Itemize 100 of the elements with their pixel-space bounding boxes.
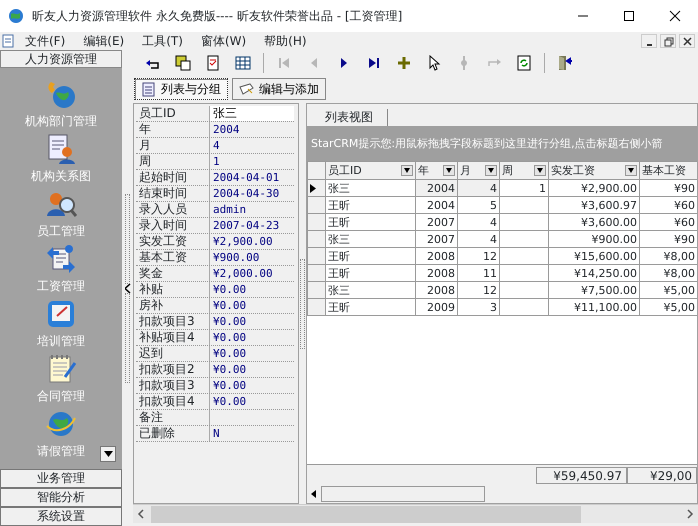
row-selector[interactable]: [308, 180, 326, 196]
field-value[interactable]: 2007-04-23: [210, 218, 294, 233]
table-cell: [500, 282, 548, 298]
close-icon[interactable]: [682, 36, 692, 46]
table-cell: 2008: [416, 282, 458, 298]
table-cell: ¥3,600.97: [548, 196, 640, 214]
field-value[interactable]: ¥0.00: [210, 394, 294, 409]
add-icon[interactable]: [396, 54, 412, 70]
field-value[interactable]: ¥0.00: [210, 330, 294, 345]
field-value[interactable]: N: [210, 426, 294, 441]
table-cell: 2007: [416, 214, 458, 230]
horizontal-scrollbar[interactable]: [133, 504, 698, 523]
view-button[interactable]: 列表与分组: [134, 78, 228, 100]
field-label: 起始时间: [136, 170, 210, 185]
field-label: 房补: [136, 298, 210, 313]
table-cell: ¥15,600.00: [548, 248, 640, 264]
table-cell: 2008: [416, 264, 458, 282]
field-value[interactable]: ¥0.00: [210, 282, 294, 297]
section-button[interactable]: 智能分析: [0, 488, 122, 507]
field-label: 年: [136, 122, 210, 137]
section-header[interactable]: 人力资源管理: [0, 50, 122, 68]
document-icon[interactable]: [0, 33, 16, 49]
field-label: 录入人员: [136, 202, 210, 217]
field-value[interactable]: ¥0.00: [210, 314, 294, 329]
table-cell: 12: [458, 282, 500, 298]
table-cell: 王昕: [326, 264, 416, 282]
column-header[interactable]: 周: [500, 162, 548, 180]
column-header[interactable]: 实发工资: [548, 162, 640, 180]
caret-icon: [104, 451, 112, 457]
whiteboard-icon[interactable]: [45, 298, 77, 330]
dropdown-icon[interactable]: [534, 165, 546, 176]
field-label: 奖金: [136, 266, 210, 281]
column-header[interactable]: 基本工资: [640, 162, 697, 180]
field-label: 结束时间: [136, 186, 210, 201]
table-cell: ¥14,250.00: [548, 264, 640, 282]
dropdown-icon[interactable]: [443, 165, 455, 176]
table-cell: ¥11,100.00: [548, 298, 640, 316]
restore-icon[interactable]: [662, 36, 674, 46]
field-value[interactable]: ¥0.00: [210, 346, 294, 361]
field-value[interactable]: 2004-04-30: [210, 186, 294, 201]
field-label: 周: [136, 154, 210, 169]
table-cell: 王昕: [326, 196, 416, 214]
group-hint: StarCRM提示您:用鼠标拖拽字段标题到这里进行分组,点击标题右侧小箭: [307, 126, 697, 161]
field-value[interactable]: 2004-04-01: [210, 170, 294, 185]
field-value[interactable]: 4: [210, 138, 294, 153]
field-value[interactable]: 1: [210, 154, 294, 169]
close-icon[interactable]: [669, 10, 681, 22]
view-button[interactable]: 编辑与添加: [232, 78, 326, 100]
app-icon: [8, 8, 24, 24]
checklist-icon[interactable]: [205, 54, 221, 70]
field-label: 扣款项目4: [136, 394, 210, 409]
table-cell: ¥3,600.00: [548, 214, 640, 230]
table-cell: 王昕: [326, 214, 416, 230]
section-button[interactable]: 业务管理: [0, 469, 122, 488]
refresh-icon[interactable]: [516, 54, 532, 70]
field-value[interactable]: ¥2,000.00: [210, 266, 294, 281]
table-icon[interactable]: [235, 54, 251, 70]
menu-item[interactable]: 窗体(W): [192, 32, 256, 50]
table-cell: 张三: [326, 230, 416, 248]
field-label: 基本工资: [136, 250, 210, 265]
table-cell: 2007: [416, 230, 458, 248]
field-label: 扣款项目3: [136, 378, 210, 393]
column-header[interactable]: 月: [458, 162, 500, 180]
field-value[interactable]: ¥0.00: [210, 362, 294, 377]
table-cell: 2009: [416, 298, 458, 316]
table-cell: [500, 298, 548, 316]
table-cell: 1: [500, 180, 548, 196]
field-label: 迟到: [136, 346, 210, 361]
menu-item[interactable]: 文件(F): [16, 32, 74, 50]
menu-item[interactable]: 帮助(H): [255, 32, 316, 50]
table-cell: ¥900.00: [548, 230, 640, 248]
table-cell: 张三: [326, 180, 416, 196]
field-value[interactable]: ¥900.00: [210, 250, 294, 265]
section-button[interactable]: 系统设置: [0, 507, 122, 526]
dropdown-icon[interactable]: [485, 165, 497, 176]
menu-item[interactable]: 工具(T): [133, 32, 192, 50]
total-cell: ¥29,00: [627, 467, 697, 484]
current-row-icon: [310, 184, 316, 193]
exit-door-icon[interactable]: [557, 54, 573, 70]
field-value[interactable]: 张三: [210, 106, 294, 121]
dropdown-icon[interactable]: [401, 165, 413, 176]
field-value[interactable]: ¥2,900.00: [210, 234, 294, 249]
field-value[interactable]: ¥0.00: [210, 378, 294, 393]
table-cell: [500, 264, 548, 282]
table-cell: ¥2,900.00: [548, 180, 640, 196]
menu-item[interactable]: 编辑(E): [74, 32, 134, 50]
total-cell: ¥59,450.97: [536, 467, 627, 484]
column-header[interactable]: 年: [416, 162, 458, 180]
field-value[interactable]: ¥0.00: [210, 298, 294, 313]
dropdown-icon[interactable]: [625, 165, 637, 176]
document-arrows-icon[interactable]: [45, 243, 77, 275]
maximize-icon[interactable]: [623, 10, 635, 22]
field-value[interactable]: 2004: [210, 122, 294, 137]
field-label: 补贴: [136, 282, 210, 297]
collapse-icon[interactable]: [124, 284, 130, 292]
horizontal-scrollbar[interactable]: [307, 484, 697, 503]
field-value[interactable]: admin: [210, 202, 294, 217]
column-header[interactable]: 员工ID: [326, 162, 416, 180]
table-cell: 4: [458, 230, 500, 248]
scroll-down-button[interactable]: [100, 446, 116, 462]
